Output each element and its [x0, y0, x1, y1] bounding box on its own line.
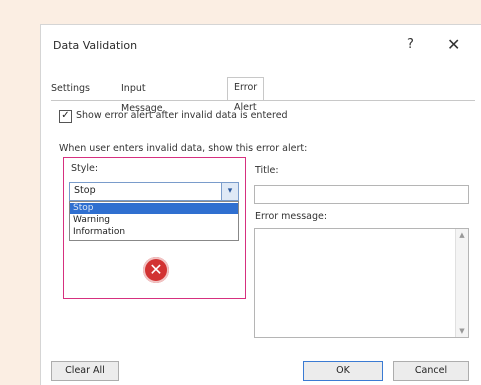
- clear-all-button[interactable]: Clear All: [51, 361, 119, 381]
- error-message-label: Error message:: [255, 211, 328, 222]
- title-input[interactable]: [254, 185, 469, 204]
- chevron-down-icon[interactable]: ▾: [221, 183, 238, 200]
- help-icon[interactable]: ?: [407, 37, 414, 52]
- show-alert-label: Show error alert after invalid data is e…: [76, 110, 288, 121]
- close-icon[interactable]: ✕: [447, 35, 460, 54]
- style-option-warning[interactable]: Warning: [70, 215, 238, 226]
- message-scrollbar[interactable]: ▲ ▼: [455, 229, 468, 337]
- error-stop-icon: ✕: [143, 257, 169, 283]
- show-alert-checkbox[interactable]: ✓: [59, 110, 72, 123]
- dialog-titlebar: Data Validation ? ✕: [41, 25, 481, 65]
- cancel-button[interactable]: Cancel: [393, 361, 469, 381]
- tab-input-message[interactable]: Input Message: [121, 79, 163, 114]
- style-options-list: Stop Warning Information: [69, 201, 239, 241]
- dialog-title: Data Validation: [53, 39, 138, 52]
- tab-settings[interactable]: Settings: [51, 79, 90, 99]
- title-label: Title:: [255, 165, 279, 176]
- data-validation-dialog: Data Validation ? ✕ Settings Input Messa…: [40, 24, 481, 385]
- error-message-textarea[interactable]: ▲ ▼: [254, 228, 469, 338]
- ok-button[interactable]: OK: [303, 361, 383, 381]
- when-invalid-text: When user enters invalid data, show this…: [59, 143, 308, 154]
- style-option-stop[interactable]: Stop: [70, 203, 238, 214]
- tab-error-alert[interactable]: Error Alert: [227, 77, 265, 113]
- style-label: Style:: [71, 163, 99, 174]
- style-option-information[interactable]: Information: [70, 227, 238, 238]
- style-select[interactable]: Stop ▾: [69, 182, 239, 201]
- scroll-up-icon[interactable]: ▲: [456, 229, 468, 241]
- style-select-value: Stop: [74, 185, 96, 196]
- scroll-down-icon[interactable]: ▼: [456, 325, 468, 337]
